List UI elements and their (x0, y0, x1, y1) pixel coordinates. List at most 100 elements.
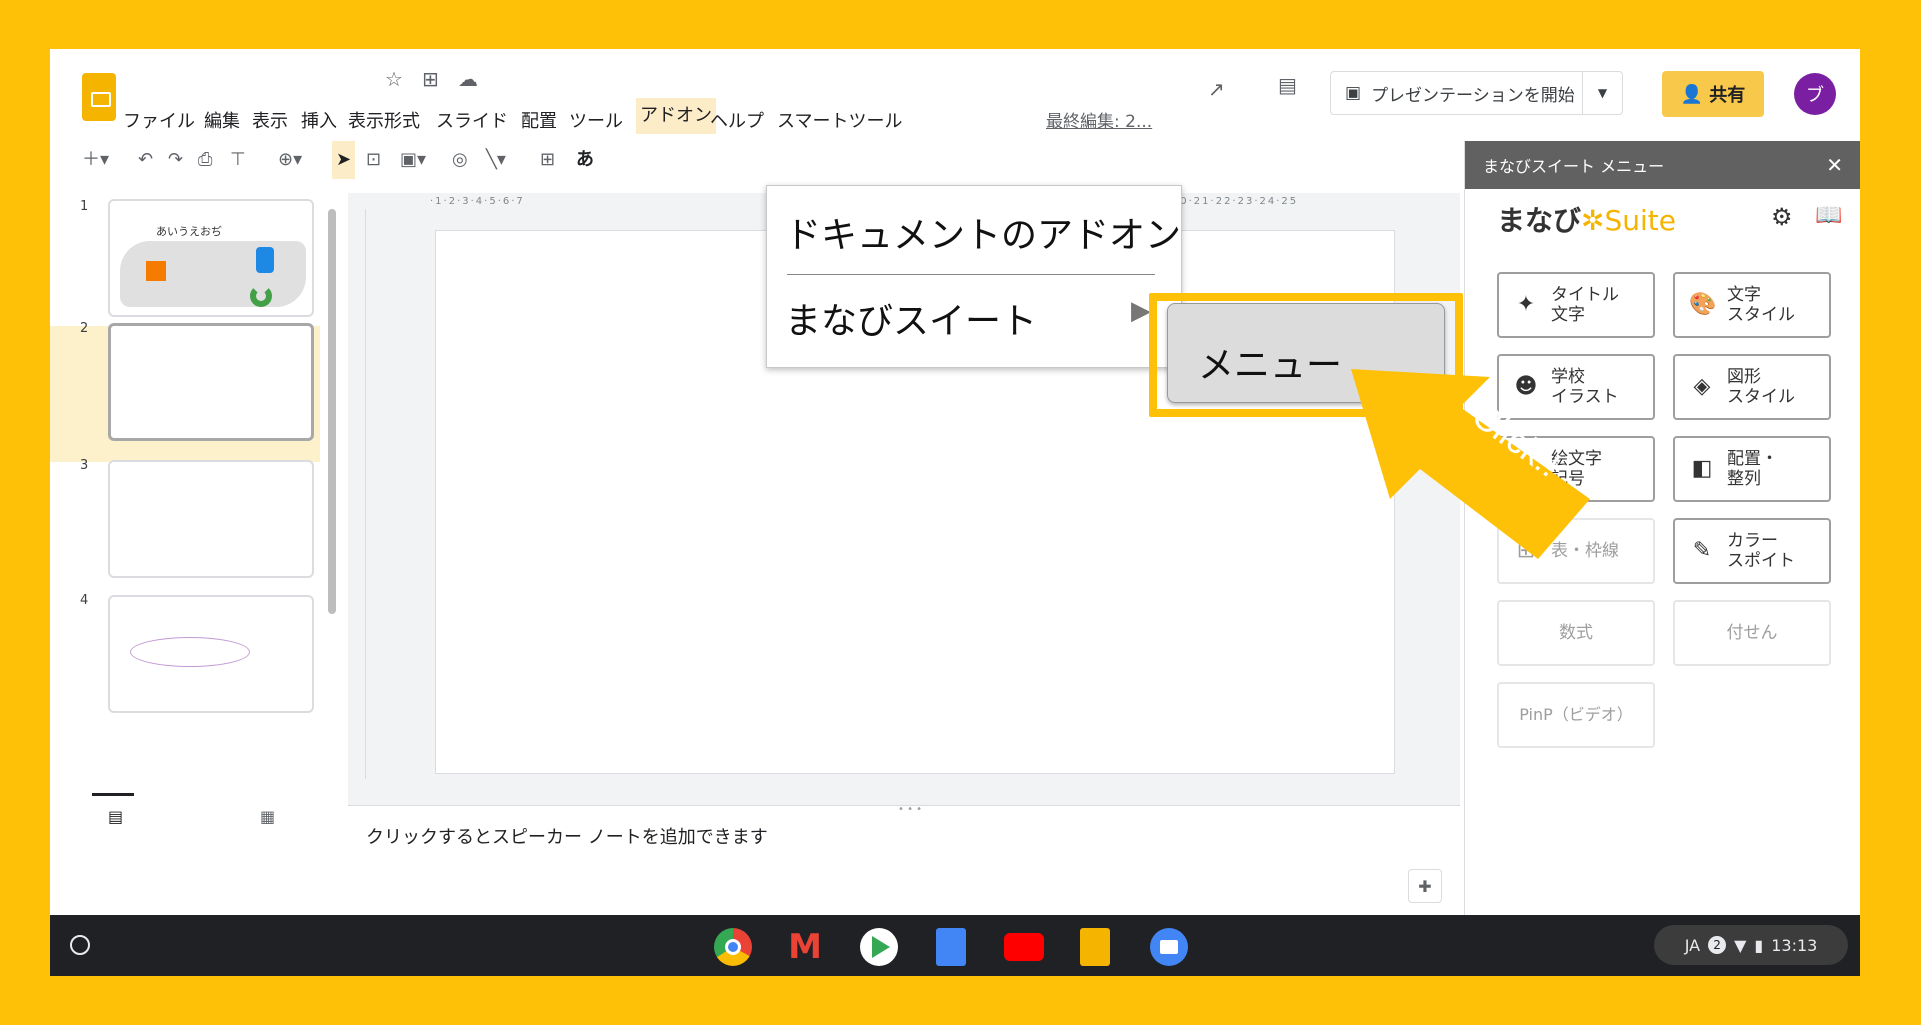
blue-cylinder-shape (256, 247, 274, 273)
play-store-icon[interactable] (860, 928, 898, 966)
menu-addons[interactable]: アドオン (636, 98, 716, 134)
docs-icon[interactable] (936, 928, 966, 966)
brand-main: まなび (1497, 204, 1582, 237)
slides-logo-icon[interactable] (82, 73, 116, 121)
pinp-video-button[interactable]: PinP（ビデオ） (1497, 682, 1655, 748)
manual-book-icon[interactable]: 📖 (1815, 203, 1842, 228)
filmstrip-scrollbar[interactable] (328, 209, 336, 614)
notification-count: 2 (1708, 936, 1727, 954)
submenu-arrow-icon: ▶ (1131, 296, 1151, 326)
redo-icon[interactable]: ↷ (168, 141, 183, 179)
menu-edit[interactable]: 編集 (204, 107, 240, 133)
menu-smart-tools[interactable]: スマートツール (777, 107, 902, 133)
share-label: 共有 (1709, 85, 1746, 106)
filmstrip-bottom: ▤ ▦ (50, 729, 390, 915)
menu-separator (787, 274, 1155, 275)
grid-view-icon[interactable]: ▦ (260, 807, 275, 826)
add-note-button[interactable]: ✚ (1408, 869, 1442, 903)
line-icon[interactable]: ╲▾ (486, 141, 506, 179)
menu-insert[interactable]: 挿入 (301, 107, 337, 133)
text-box-icon[interactable]: ⊡ (366, 141, 381, 179)
last-edit-link[interactable]: 最終編集: 2... (1046, 107, 1152, 132)
chromeos-shelf: M JA 2 ▼ ▮ 13:13 (50, 915, 1860, 976)
select-tool-icon[interactable]: ➤ (332, 141, 356, 179)
orange-square-shape (146, 261, 166, 281)
color-eyedropper-button[interactable]: ✎ カラー スポイト (1673, 518, 1831, 584)
button-label: 付せん (1726, 622, 1778, 643)
gmail-icon[interactable]: M (786, 928, 824, 966)
menu-item-manabi-suite[interactable]: まなびスイート (785, 292, 1037, 344)
brand-star-icon: ✲ (1581, 204, 1605, 237)
ruler-left-marks: ·1·2·3·4·5·6·7 (430, 196, 525, 207)
slides-icon[interactable] (1080, 928, 1110, 966)
button-label: タイトル 文字 (1551, 284, 1619, 325)
arrange-icon: ◧ (1691, 455, 1713, 481)
activity-trend-icon[interactable]: ↗ (1208, 77, 1225, 101)
system-tray[interactable]: JA 2 ▼ ▮ 13:13 (1654, 925, 1848, 965)
brand-suite: Suite (1604, 204, 1676, 237)
present-dropdown-icon[interactable]: ▼ (1583, 86, 1622, 100)
menu-file[interactable]: ファイル (123, 107, 195, 133)
youtube-icon[interactable] (1004, 933, 1044, 961)
add-note-icon: ✚ (1418, 876, 1432, 896)
text-style-button[interactable]: 🎨 文字 スタイル (1673, 272, 1831, 338)
menu-view[interactable]: 表示 (252, 107, 288, 133)
launcher-icon[interactable] (70, 935, 90, 955)
menu-slide[interactable]: スライド (436, 107, 508, 133)
slide-thumbnail[interactable] (108, 460, 314, 578)
formula-button[interactable]: 数式 (1497, 600, 1655, 666)
sidebar-header: まなびスイート メニュー ✕ (1465, 141, 1860, 189)
gear-icon[interactable]: ⚙ (1771, 203, 1793, 231)
slide-number: 1 (80, 199, 89, 214)
undo-icon[interactable]: ↶ (138, 141, 153, 179)
comments-icon[interactable]: ▤ (1278, 73, 1297, 97)
toolbar: ＋▾ ↶ ↷ ⎙ ⊤ ⊕▾ ➤ ⊡ ▣▾ ◎ ╲▾ ⊞ あ ⌃ (82, 141, 1512, 179)
cloud-status-icon: ☁ (458, 67, 478, 91)
slide-thumbnail-selected[interactable] (108, 323, 314, 441)
chrome-icon[interactable] (714, 928, 752, 966)
comment-add-icon[interactable]: ⊞ (540, 141, 555, 179)
slide-thumbnail[interactable] (108, 595, 314, 713)
present-button[interactable]: ▣ プレゼンテーションを開始 ▼ (1330, 71, 1623, 115)
list-view-icon[interactable]: ▤ (108, 807, 123, 826)
menu-item-document-addons[interactable]: ドキュメントのアドオン (785, 206, 1181, 258)
button-label: 配置・ 整列 (1727, 448, 1778, 489)
scribble-shape (130, 637, 250, 667)
button-label: 文字 スタイル (1727, 284, 1795, 325)
zoom-icon[interactable]: ⊕▾ (278, 141, 302, 179)
menu-help[interactable]: ヘルプ (710, 107, 764, 133)
button-label: 図形 スタイル (1727, 366, 1795, 407)
close-icon[interactable]: ✕ (1826, 153, 1843, 177)
menu-format[interactable]: 表示形式 (348, 107, 420, 133)
button-label: カラー スポイト (1727, 530, 1795, 571)
move-folder-icon[interactable]: ⊞ (422, 67, 439, 91)
star-icon[interactable]: ☆ (385, 67, 403, 91)
menu-arrange[interactable]: 配置 (521, 107, 557, 133)
sticky-note-button[interactable]: 付せん (1673, 600, 1831, 666)
slide-thumbnail[interactable]: あいうえおぢ (108, 199, 314, 317)
arrange-align-button[interactable]: ◧ 配置・ 整列 (1673, 436, 1831, 502)
files-icon[interactable] (1150, 928, 1188, 966)
avatar[interactable]: ブ (1794, 73, 1836, 115)
shape-style-button[interactable]: ◈ 図形 スタイル (1673, 354, 1831, 420)
slide-number: 4 (80, 593, 89, 608)
sparkle-icon: ✦ (1516, 291, 1536, 317)
speaker-notes-placeholder[interactable]: クリックするとスピーカー ノートを追加できます (366, 823, 768, 849)
slide-number: 2 (80, 321, 89, 336)
button-label: 数式 (1559, 622, 1593, 643)
input-tools-icon[interactable]: あ (576, 141, 594, 179)
present-icon: ▣ (1345, 83, 1362, 103)
paint-format-icon[interactable]: ⊤ (230, 141, 246, 179)
clock: 13:13 (1771, 935, 1818, 955)
shape-icon[interactable]: ◎ (452, 141, 468, 179)
title-text-button[interactable]: ✦ タイトル 文字 (1497, 272, 1655, 338)
click-arrow-annotation: Click!! (1351, 369, 1590, 559)
eyedropper-icon: ✎ (1692, 537, 1712, 563)
notes-resize-handle[interactable]: • • • (898, 804, 922, 815)
new-slide-icon[interactable]: ＋▾ (82, 141, 109, 179)
share-button[interactable]: 👤 共有 (1662, 71, 1764, 117)
print-icon[interactable]: ⎙ (198, 141, 212, 179)
menu-tools[interactable]: ツール (569, 107, 623, 133)
slide-thumbnail-title: あいうえおぢ (156, 225, 222, 238)
image-icon[interactable]: ▣▾ (400, 141, 426, 179)
